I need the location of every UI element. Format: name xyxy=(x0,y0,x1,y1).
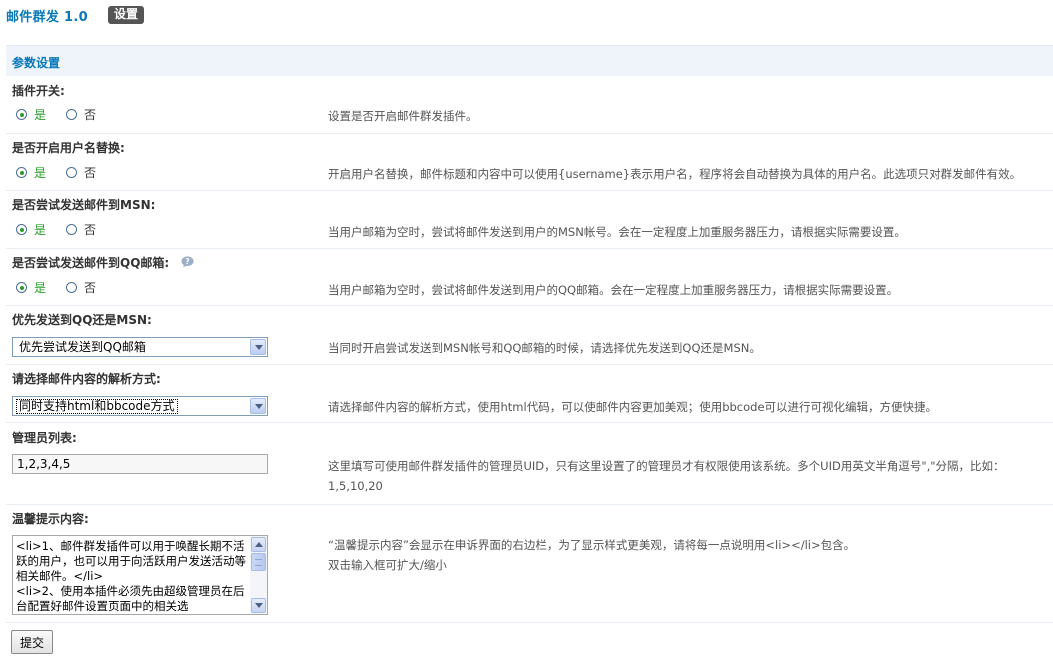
radio-label: 否 xyxy=(84,108,97,122)
setting-label: 是否开启用户名替换: xyxy=(12,141,125,155)
radio-no[interactable]: 否 xyxy=(66,164,96,181)
radio-label: 是 xyxy=(34,223,47,237)
scroll-up-icon[interactable] xyxy=(251,537,266,552)
radio-yes[interactable]: 是 xyxy=(16,106,46,123)
setting-label-wrap: 是否尝试发送邮件到QQ邮箱: ? xyxy=(12,254,194,271)
radio-yes[interactable]: 是 xyxy=(16,221,46,238)
scroll-down-icon[interactable] xyxy=(251,598,266,613)
radio-group: 是 否 xyxy=(16,221,96,238)
setting-row-parse-mode: 请选择邮件内容的解析方式: 同时支持html和bbcode方式 请选择邮件内容的… xyxy=(6,365,1053,423)
setting-label: 优先发送到QQ还是MSN: xyxy=(12,313,152,327)
radio-no[interactable]: 否 xyxy=(66,279,96,296)
radio-label: 是 xyxy=(34,166,47,180)
select-value: 优先尝试发送到QQ邮箱 xyxy=(19,340,146,354)
setting-row-priority: 优先发送到QQ还是MSN: 优先尝试发送到QQ邮箱 当同时开启尝试发送到MSN帐… xyxy=(6,306,1053,365)
setting-label: 温馨提示内容: xyxy=(12,512,89,526)
top-bar: 邮件群发 1.0 设置 xyxy=(6,5,144,25)
admin-list-input[interactable] xyxy=(12,454,268,474)
scroll-thumb[interactable] xyxy=(251,553,266,571)
setting-label: 请选择邮件内容的解析方式: xyxy=(12,372,161,386)
parse-mode-select[interactable]: 同时支持html和bbcode方式 xyxy=(12,396,268,416)
textarea-content: <li>1、邮件群发插件可以用于唤醒长期不活跃的用户，也可以用于向活跃用户发送活… xyxy=(16,539,246,613)
setting-description: 这里填写可使用邮件群发插件的管理员UID，只有这里设置了的管理员才有权限使用该系… xyxy=(328,459,1005,493)
radio-yes[interactable]: 是 xyxy=(16,279,46,296)
radio-label: 否 xyxy=(84,281,97,295)
radio-button-checked[interactable] xyxy=(16,224,27,235)
setting-label: 是否尝试发送邮件到MSN: xyxy=(12,198,156,212)
setting-label: 管理员列表: xyxy=(12,431,77,445)
description-line: “温馨提示内容”会显示在申诉界面的右边栏，为了显示样式更美观，请将每一点说明用<… xyxy=(328,538,856,552)
setting-row-send-qq: 是否尝试发送邮件到QQ邮箱: ? 是 否 当用户邮箱为空时，尝试将邮件发送到用户… xyxy=(6,249,1053,306)
setting-row-plugin-switch: 插件开关: 是 否 设置是否开启邮件群发插件。 xyxy=(6,76,1053,134)
setting-description: 开启用户名替换，邮件标题和内容中可以使用{username}表示用户名，程序将会… xyxy=(328,167,1022,181)
svg-text:?: ? xyxy=(186,257,191,266)
submit-button[interactable]: 提交 xyxy=(11,630,53,654)
description-line: 双击输入框可扩大/缩小 xyxy=(328,558,447,572)
priority-select[interactable]: 优先尝试发送到QQ邮箱 xyxy=(12,337,268,357)
setting-label: 插件开关: xyxy=(12,84,65,98)
radio-group: 是 否 xyxy=(16,164,96,181)
setting-description: 当用户邮箱为空时，尝试将邮件发送到用户的MSN帐号。会在一定程度上加重服务器压力… xyxy=(328,225,906,239)
setting-description: 设置是否开启邮件群发插件。 xyxy=(328,109,478,123)
radio-button-checked[interactable] xyxy=(16,282,27,293)
setting-description: 请选择邮件内容的解析方式，使用html代码，可以使邮件内容更加美观；使用bbco… xyxy=(328,400,938,414)
chevron-down-icon[interactable] xyxy=(250,339,266,355)
setting-row-username-replace: 是否开启用户名替换: 是 否 开启用户名替换，邮件标题和内容中可以使用{user… xyxy=(6,134,1053,191)
section-header: 参数设置 xyxy=(6,45,1053,76)
setting-description: 当同时开启尝试发送到MSN帐号和QQ邮箱的时候，请选择优先发送到QQ还是MSN。 xyxy=(328,341,761,355)
radio-button[interactable] xyxy=(66,282,78,293)
radio-label: 是 xyxy=(34,281,47,295)
radio-label: 否 xyxy=(84,166,97,180)
radio-no[interactable]: 否 xyxy=(66,221,96,238)
settings-button[interactable]: 设置 xyxy=(107,6,144,24)
radio-button[interactable] xyxy=(66,109,78,120)
setting-row-send-msn: 是否尝试发送邮件到MSN: 是 否 当用户邮箱为空时，尝试将邮件发送到用户的MS… xyxy=(6,191,1053,249)
setting-row-admin-list: 管理员列表: 这里填写可使用邮件群发插件的管理员UID，只有这里设置了的管理员才… xyxy=(6,423,1053,505)
radio-button-checked[interactable] xyxy=(16,109,27,120)
radio-button-checked[interactable] xyxy=(16,167,27,178)
section-title: 参数设置 xyxy=(12,56,61,70)
radio-button[interactable] xyxy=(66,167,78,178)
tips-textarea[interactable]: <li>1、邮件群发插件可以用于唤醒长期不活跃的用户，也可以用于向活跃用户发送活… xyxy=(12,535,268,615)
setting-description: 当用户邮箱为空时，尝试将邮件发送到用户的QQ邮箱。会在一定程度上加重服务器压力，… xyxy=(328,283,899,297)
radio-label: 是 xyxy=(34,108,47,122)
setting-label: 是否尝试发送邮件到QQ邮箱: xyxy=(12,256,170,270)
app-title: 邮件群发 1.0 xyxy=(6,9,88,25)
vertical-scrollbar[interactable] xyxy=(250,536,267,614)
setting-description: “温馨提示内容”会显示在申诉界面的右边栏，为了显示样式更美观，请将每一点说明用<… xyxy=(328,535,1048,575)
radio-button[interactable] xyxy=(66,224,78,235)
chevron-down-icon[interactable] xyxy=(250,398,266,414)
setting-row-tips: 温馨提示内容: <li>1、邮件群发插件可以用于唤醒长期不活跃的用户，也可以用于… xyxy=(6,505,1053,623)
select-value: 同时支持html和bbcode方式 xyxy=(16,399,178,414)
radio-group: 是 否 xyxy=(16,279,96,296)
radio-label: 否 xyxy=(84,223,97,237)
question-bubble-icon[interactable]: ? xyxy=(181,256,194,268)
radio-no[interactable]: 否 xyxy=(66,106,96,123)
radio-group: 是 否 xyxy=(16,106,96,123)
radio-yes[interactable]: 是 xyxy=(16,164,46,181)
